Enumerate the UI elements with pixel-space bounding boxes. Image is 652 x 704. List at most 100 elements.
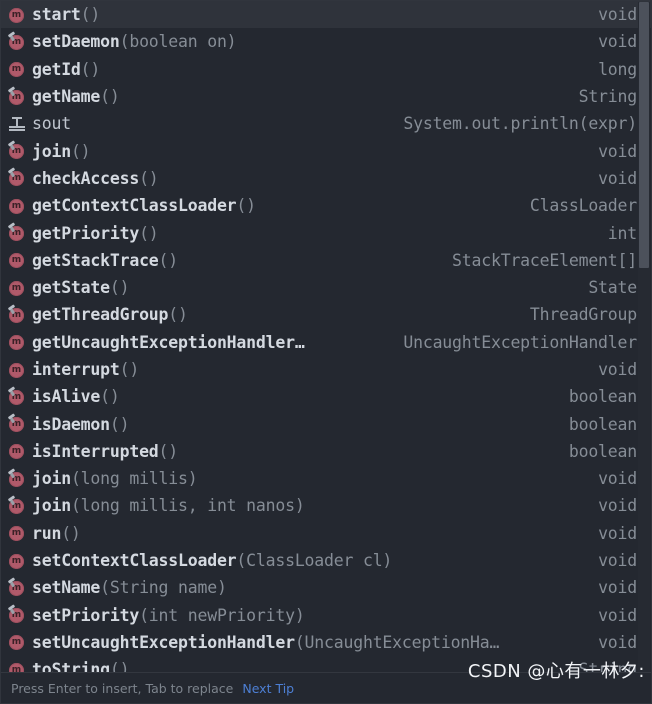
live-template-icon — [7, 114, 27, 134]
completion-item-signature: isDaemon() — [32, 415, 129, 434]
completion-item-type: ClassLoader — [529, 196, 637, 216]
completion-item-params: () — [139, 168, 159, 188]
completion-item-name: getThreadGroup — [32, 305, 169, 325]
completion-item-name: join — [32, 496, 71, 516]
method-icon: m — [7, 168, 27, 188]
completion-item[interactable]: m checkAccess() void — [1, 165, 651, 192]
completion-item-type: ThreadGroup — [529, 305, 637, 325]
completion-item-signature: setDaemon(boolean on) — [32, 32, 236, 51]
completion-item-name: getStackTrace — [32, 250, 159, 270]
completion-item-type: System.out.println(expr) — [403, 114, 637, 134]
completion-item-name: getState — [32, 278, 110, 298]
completion-item-signature: getState() — [32, 278, 129, 297]
completion-item-signature: isAlive() — [32, 387, 120, 406]
completion-item-signature: start() — [32, 5, 100, 24]
completion-item[interactable]: m run() void — [1, 520, 651, 547]
completion-item-params: (boolean on) — [119, 32, 237, 52]
method-icon: m — [7, 414, 27, 434]
completion-item-signature: sout — [32, 114, 71, 133]
completion-item-params: () — [236, 196, 256, 216]
completion-item-name: interrupt — [32, 360, 120, 379]
completion-item-params: () — [80, 59, 101, 79]
completion-item-signature: setPriority(int newPriority) — [32, 606, 305, 625]
completion-item-params: () — [139, 223, 159, 243]
completion-item[interactable]: sout System.out.println(expr) — [1, 110, 651, 137]
completion-item[interactable]: m getId() long — [1, 56, 651, 83]
method-icon: m — [7, 32, 27, 52]
completion-item-name: getName — [32, 87, 101, 107]
completion-item-signature: checkAccess() — [32, 169, 159, 188]
completion-item-params: (long millis) — [70, 469, 198, 489]
completion-item-signature: getStackTrace() — [32, 251, 178, 270]
completion-item-signature: getPriority() — [32, 224, 159, 243]
completion-item[interactable]: m toString() String — [1, 656, 651, 673]
completion-item[interactable]: m setDaemon(boolean on) void — [1, 28, 651, 55]
completion-item[interactable]: m setPriority(int newPriority) void — [1, 602, 651, 629]
completion-item[interactable]: m setName(String name) void — [1, 574, 651, 601]
completion-item[interactable]: m isInterrupted() boolean — [1, 438, 651, 465]
status-bar: Press Enter to insert, Tab to replace Ne… — [1, 672, 651, 703]
completion-item-name: join — [32, 469, 71, 489]
completion-item-name: getContextClassLoader — [32, 196, 237, 216]
completion-item-params: (String name) — [100, 578, 227, 598]
completion-item[interactable]: m getName() String — [1, 83, 651, 110]
completion-item-params: () — [158, 250, 179, 270]
completion-item[interactable]: m getState() State — [1, 274, 651, 301]
completion-item-type: StackTraceElement[] — [452, 250, 637, 270]
completion-item-params: () — [109, 278, 130, 298]
completion-item[interactable]: m getContextClassLoader() ClassLoader — [1, 192, 651, 219]
completion-item[interactable]: m join(long millis, int nanos) void — [1, 492, 651, 519]
completion-item-signature: interrupt() — [32, 360, 139, 379]
completion-item[interactable]: m setContextClassLoader(ClassLoader cl) vo… — [1, 547, 651, 574]
completion-item[interactable]: m isAlive() boolean — [1, 383, 651, 410]
method-icon: m — [7, 59, 27, 79]
method-icon: m — [7, 551, 27, 571]
scrollbar-track[interactable] — [638, 2, 650, 673]
completion-item[interactable]: m setUncaughtExceptionHandler(UncaughtExc… — [1, 629, 651, 656]
completion-item-name: setPriority — [32, 605, 140, 625]
completion-item-type: UncaughtExceptionHandler — [403, 332, 637, 352]
method-icon: m — [7, 660, 27, 673]
completion-item[interactable]: m join(long millis) void — [1, 465, 651, 492]
completion-item[interactable]: m getThreadGroup() ThreadGroup — [1, 301, 651, 328]
completion-item-name: setContextClassLoader — [32, 551, 237, 571]
completion-item-name: getUncaughtExceptionHandler… — [32, 332, 305, 352]
completion-item-name: join — [32, 141, 71, 161]
completion-item-name: sout — [32, 114, 71, 134]
completion-item[interactable]: m getPriority() int — [1, 219, 651, 246]
method-icon: m — [7, 441, 27, 461]
scrollbar-thumb[interactable] — [639, 2, 649, 268]
completion-item-signature: run() — [32, 524, 81, 543]
completion-item[interactable]: m join() void — [1, 137, 651, 164]
completion-item-signature: getUncaughtExceptionHandler… — [32, 333, 305, 352]
next-tip-link[interactable]: Next Tip — [242, 681, 294, 696]
completion-item-params: () — [80, 5, 101, 25]
completion-item-name: checkAccess — [32, 168, 140, 188]
method-icon: m — [7, 250, 27, 270]
completion-item[interactable]: m interrupt() void — [1, 356, 651, 383]
completion-item-params: (UncaughtExceptionHa… — [294, 632, 500, 652]
method-icon: m — [7, 523, 27, 543]
method-icon: m — [7, 632, 27, 652]
completion-item-name: setName — [32, 578, 101, 598]
completion-item[interactable]: m start() void — [1, 1, 651, 29]
completion-item-signature: join(long millis, int nanos) — [32, 496, 305, 515]
completion-item-params: () — [158, 441, 179, 461]
method-icon: m — [7, 360, 27, 380]
completion-item[interactable]: m getStackTrace() StackTraceElement[] — [1, 247, 651, 274]
completion-item[interactable]: m isDaemon() boolean — [1, 410, 651, 437]
completion-item[interactable]: m getUncaughtExceptionHandler… UncaughtExc… — [1, 329, 651, 356]
method-icon: m — [7, 332, 27, 352]
completion-item-name: start — [32, 5, 81, 25]
completion-item-params: () — [70, 141, 91, 161]
completion-item-signature: setName(String name) — [32, 578, 227, 597]
method-icon: m — [7, 278, 27, 298]
completion-item-signature: getContextClassLoader() — [32, 196, 256, 215]
completion-item-params: () — [168, 305, 188, 325]
completion-item-name: getId — [32, 59, 81, 79]
completion-list[interactable]: m start() void m setDaemon(boolean on) void m g… — [1, 1, 651, 673]
method-icon: m — [7, 496, 27, 516]
method-icon: m — [7, 87, 27, 107]
completion-item-name: setDaemon — [32, 32, 120, 52]
method-icon: m — [7, 605, 27, 625]
